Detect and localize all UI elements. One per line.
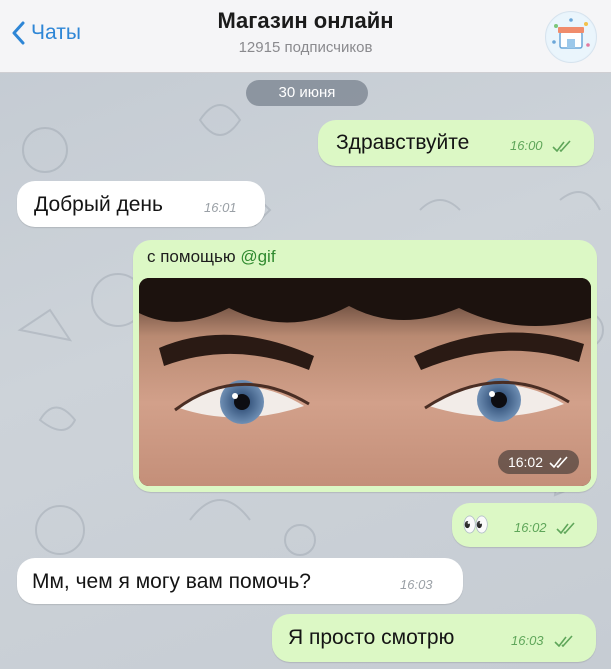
read-checkmarks-icon — [552, 140, 571, 152]
gif-animation[interactable]: 16:02 — [139, 278, 591, 486]
message-text: Здравствуйте — [336, 131, 470, 154]
message-bubble-outgoing[interactable]: 👀 16:02 — [452, 503, 597, 547]
read-checkmarks-icon — [549, 456, 568, 468]
message-text: Добрый день — [34, 193, 163, 216]
message-time: 16:00 — [510, 138, 543, 153]
message-time: 16:02 — [507, 454, 543, 470]
message-bubble-incoming[interactable]: Добрый день 16:01 — [17, 181, 265, 227]
subscriber-count: 12915 подписчиков — [238, 39, 373, 56]
message-text: Я просто смотрю — [288, 626, 455, 649]
message-time: 16:01 — [204, 200, 237, 215]
message-time: 16:02 — [514, 520, 547, 535]
read-checkmarks-icon — [554, 635, 573, 647]
message-time: 16:03 — [511, 633, 544, 648]
gif-time-badge: 16:02 — [497, 450, 579, 474]
message-text: Мм, чем я могу вам помочь? — [32, 570, 311, 593]
shop-avatar-icon — [547, 13, 595, 61]
chat-header: Чаты Магазин онлайн 12915 подписчиков — [0, 0, 611, 73]
message-bubble-outgoing[interactable]: Я просто смотрю 16:03 — [272, 614, 596, 662]
message-time: 16:03 — [400, 577, 433, 592]
message-bubble-gif[interactable]: с помощью @gif 16:02 — [133, 240, 597, 492]
message-emoji: 👀 — [462, 512, 490, 537]
channel-avatar[interactable] — [545, 11, 597, 63]
message-bubble-outgoing[interactable]: Здравствуйте 16:00 — [318, 120, 594, 166]
gif-caption-prefix: с помощью — [147, 247, 241, 266]
gif-bot-mention[interactable]: @gif — [240, 247, 275, 266]
chat-title[interactable]: Магазин онлайн — [0, 8, 611, 34]
read-checkmarks-icon — [556, 522, 575, 534]
date-separator: 30 июня — [246, 80, 368, 106]
gif-caption: с помощью @gif — [147, 247, 276, 267]
message-bubble-incoming[interactable]: Мм, чем я могу вам помочь? 16:03 — [17, 558, 463, 604]
